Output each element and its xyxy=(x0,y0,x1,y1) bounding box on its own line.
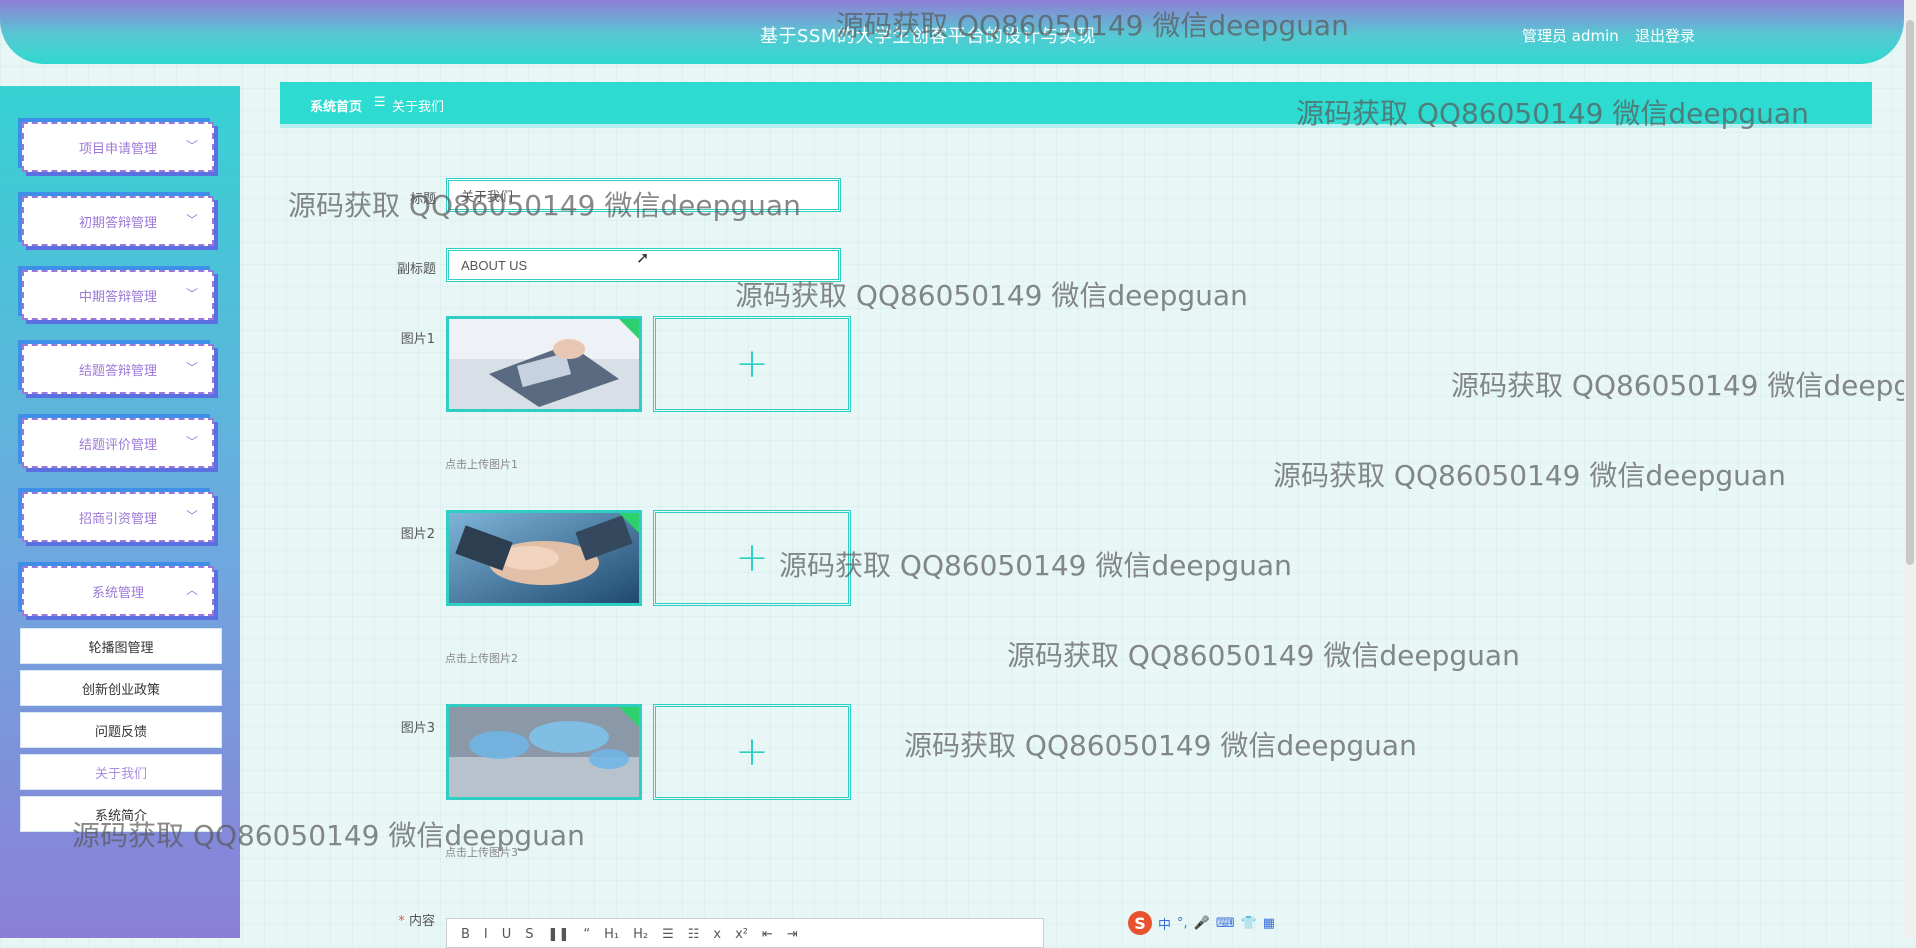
watermark: 源码获取 QQ86050149 微信deepguan xyxy=(779,549,1292,582)
subtitle-input-value: ABOUT US xyxy=(461,257,528,273)
submenu-item-system-intro[interactable]: 系统简介 xyxy=(20,796,222,832)
watermark: 源码获取 QQ86050149 微信deepguan xyxy=(1273,459,1786,492)
submenu-item-about-us[interactable]: 关于我们 xyxy=(20,754,222,790)
submenu-item-carousel[interactable]: 轮播图管理 xyxy=(20,628,222,664)
h2-button[interactable]: H₂ xyxy=(633,927,648,947)
ime-toolbar[interactable]: S 中 °, 🎤 ⌨ 👕 ▦ xyxy=(1128,910,1275,936)
sidebar-item-label: 中期答辩管理 xyxy=(78,289,157,305)
image3-hint: 点击上传图片3 xyxy=(445,846,518,859)
image3-thumbnail[interactable] xyxy=(446,704,642,800)
ime-punct-toggle[interactable]: °, xyxy=(1177,916,1188,931)
underline-button[interactable]: U xyxy=(502,927,512,947)
blockquote-button[interactable]: ❚❚ xyxy=(548,927,570,947)
logout-link[interactable]: 退出登录 xyxy=(1635,25,1695,46)
sogou-logo-icon: S xyxy=(1128,911,1152,935)
ime-lang-toggle[interactable]: 中 xyxy=(1158,914,1171,933)
required-mark: * xyxy=(398,914,405,929)
sidebar-item-label: 招商引资管理 xyxy=(78,511,157,527)
chevron-down-icon: ﹀ xyxy=(185,287,198,301)
bullet-list-button[interactable]: ☷ xyxy=(688,927,700,947)
page-scrollbar[interactable] xyxy=(1904,0,1916,938)
image2-hint: 点击上传图片2 xyxy=(445,652,518,665)
current-user: 管理员 admin xyxy=(1522,27,1619,45)
bold-button[interactable]: B xyxy=(461,927,470,947)
image3-label: 图片3 xyxy=(400,721,435,736)
code-button[interactable]: “ xyxy=(583,927,590,947)
strike-button[interactable]: S xyxy=(525,927,533,947)
microphone-icon[interactable]: 🎤 xyxy=(1194,916,1210,931)
watermark: 源码获取 QQ86050149 微信deepguan xyxy=(904,729,1417,762)
content-label: * 内容 xyxy=(398,914,435,929)
sidebar-item-label: 项目申请管理 xyxy=(78,141,157,157)
title-input-value: 关于我们 xyxy=(461,188,514,204)
sidebar: 项目申请管理 ﹀ 初期答辩管理 ﹀ 中期答辩管理 ﹀ 结题答辩管理 ﹀ 结题评价… xyxy=(0,86,240,938)
sidebar-item-investment[interactable]: 招商引资管理 ﹀ xyxy=(22,492,214,542)
chevron-down-icon: ﹀ xyxy=(185,139,198,153)
watermark: 源码获取 QQ86050149 微信deepguan xyxy=(1451,369,1916,402)
submenu-item-policy[interactable]: 创新创业政策 xyxy=(20,670,222,706)
system-title: 基于SSM的大学生创客平台的设计与实现 xyxy=(760,26,1096,47)
sidebar-item-project-apply[interactable]: 项目申请管理 ﹀ xyxy=(22,122,214,172)
sidebar-item-system[interactable]: 系统管理 ︿ xyxy=(22,566,214,616)
chevron-up-icon: ︿ xyxy=(185,583,198,597)
title-label: 标题 xyxy=(409,192,436,207)
plus-icon: + xyxy=(735,729,769,775)
superscript-button[interactable]: x² xyxy=(735,927,748,947)
sidebar-item-final-defense[interactable]: 结题答辩管理 ﹀ xyxy=(22,344,214,394)
editor-toolbar: B I U S ❚❚ “ H₁ H₂ ☰ ☷ x x² ⇤ ⇥ xyxy=(446,918,1044,948)
outdent-button[interactable]: ⇤ xyxy=(762,927,773,947)
ordered-list-button[interactable]: ☰ xyxy=(662,927,674,947)
sidebar-item-initial-defense[interactable]: 初期答辩管理 ﹀ xyxy=(22,196,214,246)
italic-button[interactable]: I xyxy=(484,927,488,947)
skin-icon[interactable]: 👕 xyxy=(1241,916,1257,931)
chevron-down-icon: ﹀ xyxy=(185,435,198,449)
keyboard-icon[interactable]: ⌨ xyxy=(1216,916,1235,931)
grid-icon[interactable]: ▦ xyxy=(1263,916,1275,931)
subscript-button[interactable]: x xyxy=(713,927,721,947)
sidebar-item-label: 结题评价管理 xyxy=(78,437,157,453)
chevron-down-icon: ﹀ xyxy=(185,213,198,227)
image1-thumbnail[interactable] xyxy=(446,316,642,412)
chevron-down-icon: ﹀ xyxy=(185,361,198,375)
plus-icon: + xyxy=(735,341,769,387)
sidebar-item-label: 初期答辩管理 xyxy=(78,215,157,231)
image1-label: 图片1 xyxy=(400,332,435,347)
submenu-item-feedback[interactable]: 问题反馈 xyxy=(20,712,222,748)
breadcrumb: 系统首页 ☰ 关于我们 xyxy=(280,82,1872,124)
menu-icon: ☰ xyxy=(374,95,386,110)
chevron-down-icon: ﹀ xyxy=(185,509,198,523)
plus-icon: + xyxy=(735,535,769,581)
sidebar-item-label: 结题答辩管理 xyxy=(78,363,157,379)
h1-button[interactable]: H₁ xyxy=(604,927,619,947)
subtitle-label: 副标题 xyxy=(396,262,436,277)
breadcrumb-home[interactable]: 系统首页 xyxy=(310,96,362,115)
image1-upload-button[interactable]: + xyxy=(653,316,851,412)
image2-label: 图片2 xyxy=(400,527,435,542)
sidebar-item-final-evaluation[interactable]: 结题评价管理 ﹀ xyxy=(22,418,214,468)
title-input[interactable]: 关于我们 xyxy=(446,178,841,212)
sidebar-item-midterm-defense[interactable]: 中期答辩管理 ﹀ xyxy=(22,270,214,320)
top-header: 基于SSM的大学生创客平台的设计与实现 管理员 admin 退出登录 xyxy=(0,0,1904,64)
image1-hint: 点击上传图片1 xyxy=(445,458,518,471)
image3-upload-button[interactable]: + xyxy=(653,704,851,800)
image2-thumbnail[interactable] xyxy=(446,510,642,606)
breadcrumb-current: 关于我们 xyxy=(392,100,445,115)
watermark: 源码获取 QQ86050149 微信deepguan xyxy=(1007,639,1520,672)
scrollbar-thumb[interactable] xyxy=(1906,20,1914,565)
mouse-cursor-icon: ➚ xyxy=(636,248,650,267)
image2-upload-button[interactable]: + xyxy=(653,510,851,606)
indent-button[interactable]: ⇥ xyxy=(787,927,798,947)
sidebar-item-label: 系统管理 xyxy=(91,585,144,601)
